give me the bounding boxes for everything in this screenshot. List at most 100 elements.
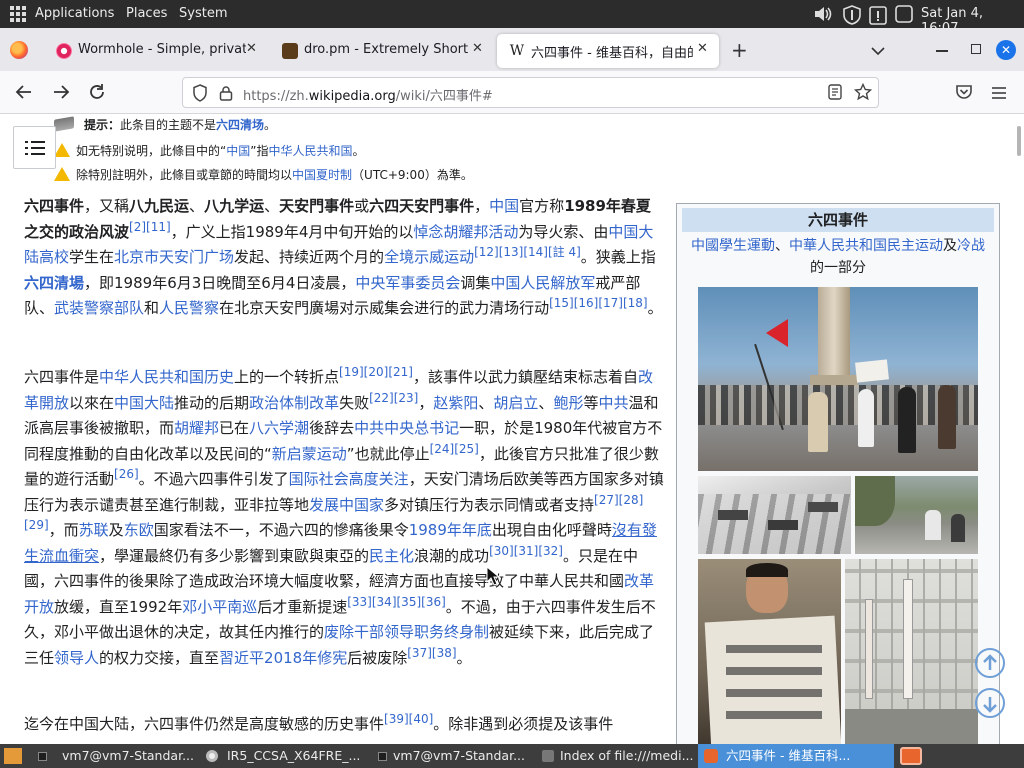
tanks-photo[interactable]	[698, 476, 851, 554]
alert-clipboard-icon[interactable]	[869, 5, 887, 25]
link-general-secretary[interactable]: 中共中央总书记	[354, 419, 459, 437]
close-tab-icon[interactable]: ✕	[246, 41, 257, 56]
street-photo[interactable]	[855, 476, 978, 554]
url-bar[interactable]: https://zh.wikipedia.org/wiki/六四事件#	[182, 77, 879, 108]
scroll-down-button[interactable]	[975, 688, 1005, 718]
link-tiananmen-square[interactable]: 北京市天安门广场	[114, 248, 234, 266]
link-ccp[interactable]: 中共	[598, 394, 628, 412]
paragraph-2: 六四事件是中华人民共和国历史上的一个转折点[19][20][21]，該事件以武力…	[24, 365, 664, 667]
tab-title: dro.pm - Extremely Short Li	[304, 42, 472, 57]
link-southern-tour[interactable]: 邓小平南巡	[182, 598, 257, 616]
link-cold-war[interactable]: 冷战	[957, 238, 985, 254]
taskbar-item-iso[interactable]: IR5_CCSA_X64FRE_...	[198, 744, 366, 768]
link-eastern-europe[interactable]: 东欧	[124, 521, 154, 539]
link-prc[interactable]: 中华人民共和国	[268, 144, 352, 158]
window-icon[interactable]	[895, 5, 913, 23]
link-revolutions-1989[interactable]: 1989年年底	[409, 521, 492, 539]
link-zhongguo[interactable]: 中国	[226, 144, 250, 158]
menu-applications[interactable]: Applications	[35, 6, 114, 21]
link-hu-qili[interactable]: 胡启立	[493, 394, 538, 412]
link-abolish-tenure[interactable]: 废除干部领导职务终身制	[324, 623, 489, 641]
ref-2-11[interactable]: [2][11]	[129, 220, 171, 234]
tracking-shield-icon[interactable]	[192, 84, 208, 106]
link-reform-opening-2[interactable]: 改革开放	[24, 572, 654, 616]
taskbar-item-terminal-2[interactable]: vm7@vm7-Standar...	[368, 744, 536, 768]
link-ussr[interactable]: 苏联	[79, 521, 109, 539]
banner-protester-photo[interactable]	[698, 559, 841, 744]
tab-wikipedia[interactable]: W 六四事件 - 维基百科，自由的 ✕	[497, 34, 719, 68]
link-liusi-qingchang[interactable]: 六四清场	[216, 118, 264, 132]
link-student-movement[interactable]: 中國學生運動	[691, 238, 775, 254]
tab-dropm[interactable]: dro.pm - Extremely Short Li ✕	[270, 34, 492, 68]
list-all-tabs-icon[interactable]	[871, 41, 885, 60]
link-cmc[interactable]: 中央军事委员会	[355, 274, 460, 292]
taskbar-item-firefox-active[interactable]: 六四事件 - 维基百科...	[698, 744, 894, 768]
close-tab-icon[interactable]: ✕	[472, 41, 483, 56]
wormhole-favicon-icon	[56, 43, 72, 59]
close-tab-icon[interactable]: ✕	[697, 41, 708, 56]
tab-title: Wormhole - Simple, private	[78, 42, 246, 57]
link-nationwide-demonstrations[interactable]: 全境示威运动	[384, 248, 474, 266]
bookmark-star-icon[interactable]	[853, 82, 873, 105]
ref-30-32[interactable]: [30][31][32]	[489, 544, 563, 558]
link-new-enlightenment[interactable]: 新启蒙运动	[272, 445, 347, 463]
building-banners-photo[interactable]	[845, 559, 978, 744]
reader-view-icon[interactable]	[828, 84, 842, 104]
ref-39-40[interactable]: [39][40]	[384, 712, 433, 726]
link-political-reform[interactable]: 政治体制改革	[249, 394, 339, 412]
back-icon[interactable]	[14, 83, 34, 103]
link-zhongguo-2[interactable]: 中国	[489, 197, 519, 215]
link-democratization[interactable]: 民主化	[369, 547, 414, 565]
protest-march-photo[interactable]	[698, 287, 978, 471]
ref-26[interactable]: [26]	[114, 467, 139, 481]
hamburger-menu-icon[interactable]	[991, 85, 1007, 104]
ref-19-21[interactable]: [19][20][21]	[339, 365, 413, 379]
link-peoples-police[interactable]: 人民警察	[159, 299, 219, 317]
link-liusi-qingchang-2[interactable]: 六四清場	[24, 274, 84, 292]
toc-toggle-button[interactable]	[13, 126, 56, 169]
link-mourning-hu[interactable]: 悼念胡耀邦活动	[413, 223, 518, 241]
link-prc-history[interactable]: 中华人民共和国历史	[99, 368, 234, 386]
link-armed-police[interactable]: 武装警察部队	[54, 299, 144, 317]
shield-icon[interactable]	[842, 5, 861, 25]
menu-places[interactable]: Places	[126, 6, 167, 21]
minimize-icon[interactable]	[936, 50, 948, 52]
volume-icon[interactable]	[813, 5, 832, 23]
close-window-icon[interactable]: ✕	[996, 40, 1016, 60]
lock-icon[interactable]	[219, 85, 233, 105]
taskbar-item-terminal-1[interactable]: vm7@vm7-Standar...	[28, 744, 196, 768]
tab-wormhole[interactable]: Wormhole - Simple, private ✕	[44, 34, 266, 68]
ref-24-25[interactable]: [24][25]	[430, 442, 479, 456]
ref-22-23[interactable]: [22][23]	[369, 391, 418, 405]
link-prc-democracy-movement[interactable]: 中華人民共和国民主运动	[789, 238, 943, 254]
link-hu-yaobang[interactable]: 胡耀邦	[174, 419, 219, 437]
page-scrollbar-thumb[interactable]	[1017, 126, 1021, 156]
maximize-icon[interactable]	[971, 44, 981, 54]
show-desktop-icon[interactable]	[4, 748, 22, 764]
ref-37-38[interactable]: [37][38]	[407, 646, 456, 660]
apps-grid-icon[interactable]	[10, 6, 26, 22]
link-bao-tong[interactable]: 鲍彤	[553, 394, 583, 412]
firefox-launcher-icon[interactable]	[900, 747, 922, 765]
menu-system[interactable]: System	[179, 6, 227, 21]
url-text[interactable]: https://zh.wikipedia.org/wiki/六四事件#	[243, 85, 493, 104]
forward-icon[interactable]	[51, 83, 71, 103]
link-zhao-ziyang[interactable]: 赵紫阳	[433, 394, 478, 412]
new-tab-button[interactable]: +	[731, 38, 748, 62]
link-china-dst[interactable]: 中国夏时制	[292, 168, 352, 182]
ref-12-13-14-note4[interactable]: [12][13][14][註 4]	[474, 245, 581, 259]
link-intl-concern[interactable]: 国际社会高度关注	[289, 470, 409, 488]
link-developing-countries[interactable]: 发展中国家	[309, 496, 384, 514]
link-pla[interactable]: 中国人民解放军	[490, 274, 595, 292]
link-mainland-china[interactable]: 中国大陆	[114, 394, 174, 412]
link-xi-2018-amendment[interactable]: 習近平2018年修宪	[219, 649, 347, 667]
reload-icon[interactable]	[87, 83, 107, 103]
pocket-icon[interactable]	[955, 84, 973, 104]
ref-33-36[interactable]: [33][34][35][36]	[347, 595, 446, 609]
taskbar-item-file-index[interactable]: Index of file:///medi...	[536, 744, 696, 768]
firefox-icon[interactable]	[10, 41, 28, 59]
link-1986-protests[interactable]: 八六学潮	[249, 419, 309, 437]
scroll-up-button[interactable]	[975, 648, 1005, 678]
ref-15-18[interactable]: [15][16][17][18]	[549, 296, 648, 310]
link-paramount-leader[interactable]: 领导人	[54, 649, 99, 667]
